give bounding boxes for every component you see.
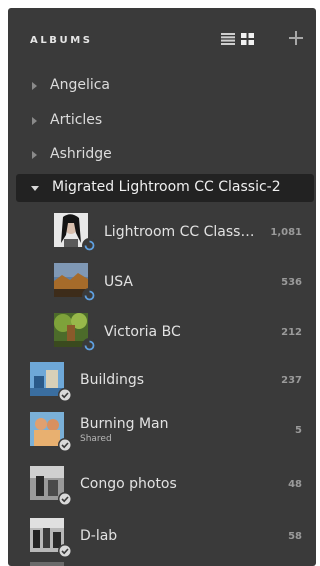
- checkmark-icon: [58, 438, 72, 452]
- album-count: 1,081: [270, 227, 302, 238]
- collapse-arrow-icon[interactable]: [31, 186, 39, 191]
- albums-panel: ALBUMS Angelica Articles Ashridge Migrat…: [8, 8, 316, 566]
- folder-angelica[interactable]: Angelica: [8, 74, 316, 98]
- album-count: 48: [288, 479, 302, 490]
- folder-ashridge[interactable]: Ashridge: [8, 143, 316, 167]
- album-label: Burning Man: [80, 416, 169, 432]
- album-label: Lightroom CC Class…: [104, 224, 255, 240]
- list-view-icon[interactable]: [221, 33, 235, 45]
- album-d-lab[interactable]: D-lab 58: [8, 516, 316, 558]
- folder-label: Articles: [50, 112, 103, 128]
- folder-label: Migrated Lightroom CC Classic-2: [52, 179, 281, 195]
- expand-arrow-icon[interactable]: [32, 82, 37, 90]
- add-icon[interactable]: [289, 31, 303, 45]
- album-count: 5: [295, 425, 302, 436]
- album-count: 536: [281, 277, 302, 288]
- shared-label: Shared: [80, 434, 112, 444]
- grid-view-icon[interactable]: [241, 33, 254, 45]
- sync-icon: [82, 288, 97, 303]
- album-label: D-lab: [80, 528, 118, 544]
- album-buildings[interactable]: Buildings 237: [8, 360, 316, 402]
- folder-label: Ashridge: [50, 146, 112, 162]
- sync-icon: [82, 238, 97, 253]
- album-label: USA: [104, 274, 133, 290]
- checkmark-icon: [58, 492, 72, 506]
- album-label: Victoria BC: [104, 324, 181, 340]
- expand-arrow-icon[interactable]: [32, 117, 37, 125]
- checkmark-icon: [58, 388, 72, 402]
- album-thumbnail-partial: [30, 562, 64, 566]
- folder-articles[interactable]: Articles: [8, 109, 316, 133]
- album-lightroom-cc-classic[interactable]: Lightroom CC Class… 1,081: [8, 210, 316, 253]
- folder-label: Angelica: [50, 77, 111, 93]
- expand-arrow-icon[interactable]: [32, 151, 37, 159]
- album-label: Congo photos: [80, 476, 177, 492]
- album-count: 58: [288, 531, 302, 542]
- album-usa[interactable]: USA 536: [8, 260, 316, 303]
- album-count: 237: [281, 375, 302, 386]
- album-victoria-bc[interactable]: Victoria BC 212: [8, 310, 316, 353]
- album-label: Buildings: [80, 372, 145, 388]
- albums-header: ALBUMS: [8, 8, 316, 70]
- album-count: 212: [281, 327, 302, 338]
- album-congo-photos[interactable]: Congo photos 48: [8, 464, 316, 506]
- album-burning-man[interactable]: Burning Man Shared 5: [8, 410, 316, 456]
- albums-title: ALBUMS: [30, 35, 93, 46]
- checkmark-icon: [58, 544, 72, 558]
- folder-migrated-lightroom[interactable]: Migrated Lightroom CC Classic-2: [16, 174, 314, 202]
- sync-icon: [82, 338, 97, 353]
